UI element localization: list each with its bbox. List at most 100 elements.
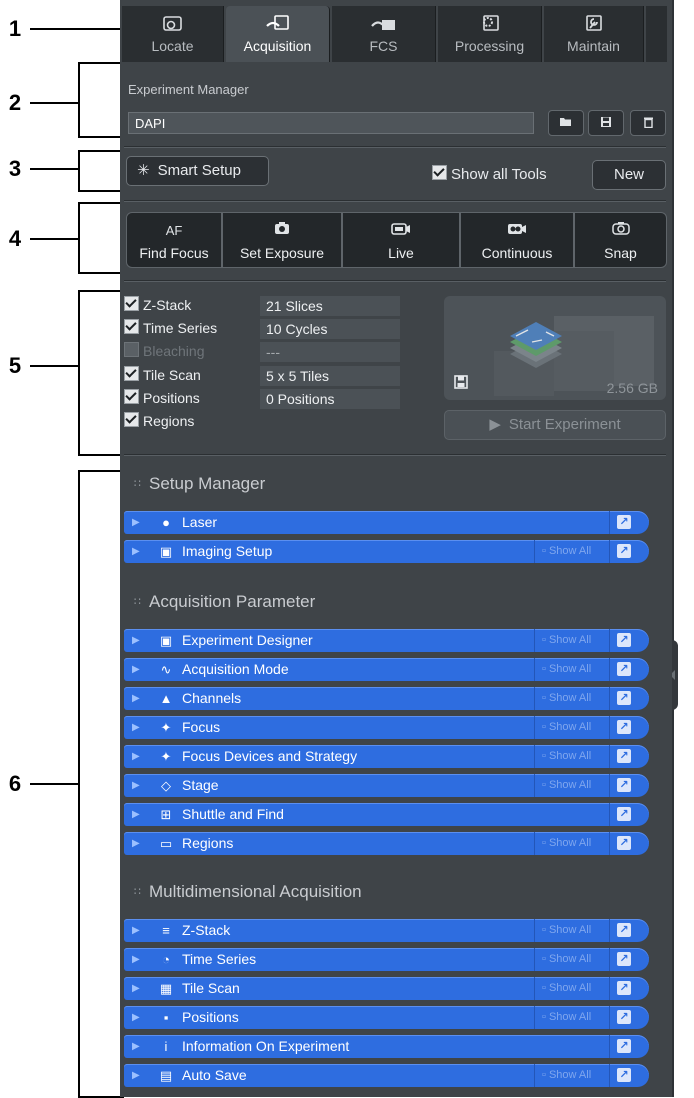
expand-arrow-icon[interactable]: ▶ bbox=[132, 511, 140, 534]
expand-arrow-icon[interactable]: ▶ bbox=[132, 1064, 140, 1087]
group-title[interactable]: ∷ Multidimensional Acquisition bbox=[134, 882, 362, 902]
tab-acquisition[interactable]: Acquisition bbox=[226, 6, 330, 62]
smart-setup-button[interactable]: ✳ Smart Setup bbox=[126, 156, 269, 186]
undock-icon[interactable]: ↗ bbox=[617, 836, 631, 850]
expand-arrow-icon[interactable]: ▶ bbox=[132, 832, 140, 855]
tool-regions[interactable]: ▶ ▭ Regions ▫ Show All ↗ bbox=[124, 832, 649, 855]
checkbox-checked[interactable] bbox=[124, 412, 139, 427]
new-button[interactable]: New bbox=[592, 160, 666, 190]
checkbox-checked[interactable] bbox=[432, 165, 447, 180]
snap-button[interactable]: Snap bbox=[574, 212, 667, 268]
z-stack-icon: ≡ bbox=[162, 923, 170, 938]
show-all-toggle[interactable]: ▫ Show All bbox=[542, 745, 591, 768]
undock-icon[interactable]: ↗ bbox=[617, 778, 631, 792]
undock-icon[interactable]: ↗ bbox=[617, 1068, 631, 1082]
tool-z-stack[interactable]: ▶ ≡ Z-Stack ▫ Show All ↗ bbox=[124, 919, 649, 942]
tab-processing[interactable]: Processing bbox=[438, 6, 542, 62]
checkbox-checked[interactable] bbox=[124, 296, 139, 311]
start-experiment-button[interactable]: ▶ Start Experiment bbox=[444, 410, 666, 440]
live-button[interactable]: Live bbox=[342, 212, 460, 268]
show-all-toggle[interactable]: ▫ Show All bbox=[542, 774, 591, 797]
show-all-toggle[interactable]: ▫ Show All bbox=[542, 919, 591, 942]
undock-icon[interactable]: ↗ bbox=[617, 749, 631, 763]
expand-arrow-icon[interactable]: ▶ bbox=[132, 745, 140, 768]
show-all-toggle[interactable]: ▫ Show All bbox=[542, 540, 591, 563]
expand-arrow-icon[interactable]: ▶ bbox=[132, 716, 140, 739]
show-all-toggle[interactable]: ▫ Show All bbox=[542, 948, 591, 971]
tool-positions[interactable]: ▶ ▪ Positions ▫ Show All ↗ bbox=[124, 1006, 649, 1029]
show-all-toggle[interactable]: ▫ Show All bbox=[542, 1064, 591, 1087]
show-all-toggle[interactable]: ▫ Show All bbox=[542, 658, 591, 681]
expand-arrow-icon[interactable]: ▶ bbox=[132, 629, 140, 652]
show-all-tools-toggle[interactable]: Show all Tools bbox=[432, 165, 547, 183]
tab-locate[interactable]: Locate bbox=[122, 6, 224, 62]
tool-shuttle-find[interactable]: ▶ ⊞ Shuttle and Find ↗ bbox=[124, 803, 649, 826]
undock-icon[interactable]: ↗ bbox=[617, 952, 631, 966]
tool-channels[interactable]: ▶ ▲ Channels ▫ Show All ↗ bbox=[124, 687, 649, 710]
expand-arrow-icon[interactable]: ▶ bbox=[132, 977, 140, 1000]
undock-icon[interactable]: ↗ bbox=[617, 544, 631, 558]
tool-information[interactable]: ▶ i Information On Experiment ↗ bbox=[124, 1035, 649, 1058]
expand-arrow-icon[interactable]: ▶ bbox=[132, 540, 140, 563]
dimension-label: Positions bbox=[143, 390, 200, 406]
callout-line bbox=[30, 28, 122, 30]
tool-acquisition-mode[interactable]: ▶ ∿ Acquisition Mode ▫ Show All ↗ bbox=[124, 658, 649, 681]
undock-icon[interactable]: ↗ bbox=[617, 1039, 631, 1053]
undock-icon[interactable]: ↗ bbox=[617, 720, 631, 734]
show-all-toggle[interactable]: ▫ Show All bbox=[542, 687, 591, 710]
expand-arrow-icon[interactable]: ▶ bbox=[132, 774, 140, 797]
undock-icon[interactable]: ↗ bbox=[617, 923, 631, 937]
expand-arrow-icon[interactable]: ▶ bbox=[132, 658, 140, 681]
tool-time-series[interactable]: ▶ ◔ Time Series ▫ Show All ↗ bbox=[124, 948, 649, 971]
expand-arrow-icon[interactable]: ▶ bbox=[132, 803, 140, 826]
tool-tile-scan[interactable]: ▶ ▦ Tile Scan ▫ Show All ↗ bbox=[124, 977, 649, 1000]
tool-stage[interactable]: ▶ ◇ Stage ▫ Show All ↗ bbox=[124, 774, 649, 797]
save-icon[interactable] bbox=[454, 375, 468, 392]
tool-laser[interactable]: ▶ ● Laser ↗ bbox=[124, 511, 649, 534]
show-all-label: Show All bbox=[548, 779, 592, 791]
set-exposure-button[interactable]: Set Exposure bbox=[222, 212, 342, 268]
tab-maintain[interactable]: Maintain bbox=[544, 6, 644, 62]
continuous-button[interactable]: Continuous bbox=[460, 212, 574, 268]
expand-arrow-icon[interactable]: ▶ bbox=[132, 687, 140, 710]
dimension-regions[interactable]: Regions bbox=[124, 412, 194, 432]
undock-icon[interactable]: ↗ bbox=[617, 981, 631, 995]
undock-icon[interactable]: ↗ bbox=[617, 807, 631, 821]
dimension-time-series[interactable]: Time Series bbox=[124, 319, 217, 339]
tab-fcs[interactable]: FCS bbox=[332, 6, 436, 62]
undock-icon[interactable]: ↗ bbox=[617, 691, 631, 705]
show-all-toggle[interactable]: ▫ Show All bbox=[542, 832, 591, 855]
tool-imaging-setup[interactable]: ▶ ▣ Imaging Setup ▫ Show All ↗ bbox=[124, 540, 649, 563]
expand-arrow-icon[interactable]: ▶ bbox=[132, 1006, 140, 1029]
show-all-toggle[interactable]: ▫ Show All bbox=[542, 977, 591, 1000]
checkbox-checked[interactable] bbox=[124, 366, 139, 381]
expand-arrow-icon[interactable]: ▶ bbox=[132, 948, 140, 971]
tool-auto-save[interactable]: ▶ ▤ Auto Save ▫ Show All ↗ bbox=[124, 1064, 649, 1087]
expand-arrow-icon[interactable]: ▶ bbox=[132, 1035, 140, 1058]
dimension-positions[interactable]: Positions bbox=[124, 389, 200, 409]
find-focus-button[interactable]: AF Find Focus bbox=[126, 212, 222, 268]
dimension-z-stack[interactable]: Z-Stack bbox=[124, 296, 191, 316]
show-all-toggle[interactable]: ▫ Show All bbox=[542, 629, 591, 652]
checkbox-checked[interactable] bbox=[124, 389, 139, 404]
open-experiment-button[interactable] bbox=[548, 110, 584, 136]
experiment-name-field[interactable]: DAPI bbox=[128, 112, 534, 134]
group-title[interactable]: ∷ Setup Manager bbox=[134, 474, 265, 494]
group-title[interactable]: ∷ Acquisition Parameter bbox=[134, 592, 315, 612]
delete-experiment-button[interactable] bbox=[630, 110, 666, 136]
experiment-designer-icon: ▣ bbox=[159, 633, 173, 648]
undock-icon[interactable]: ↗ bbox=[617, 662, 631, 676]
undock-icon[interactable]: ↗ bbox=[617, 515, 631, 529]
laser-icon: ● bbox=[162, 515, 170, 530]
show-all-toggle[interactable]: ▫ Show All bbox=[542, 716, 591, 739]
undock-icon[interactable]: ↗ bbox=[617, 1010, 631, 1024]
expand-arrow-icon[interactable]: ▶ bbox=[132, 919, 140, 942]
checkbox-checked[interactable] bbox=[124, 319, 139, 334]
save-experiment-button[interactable] bbox=[588, 110, 624, 136]
tool-focus-devices[interactable]: ▶ ✦ Focus Devices and Strategy ▫ Show All ↗ bbox=[124, 745, 649, 768]
tool-focus[interactable]: ▶ ✦ Focus ▫ Show All ↗ bbox=[124, 716, 649, 739]
dimension-tile-scan[interactable]: Tile Scan bbox=[124, 366, 201, 386]
tool-experiment-designer[interactable]: ▶ ▣ Experiment Designer ▫ Show All ↗ bbox=[124, 629, 649, 652]
show-all-toggle[interactable]: ▫ Show All bbox=[542, 1006, 591, 1029]
undock-icon[interactable]: ↗ bbox=[617, 633, 631, 647]
